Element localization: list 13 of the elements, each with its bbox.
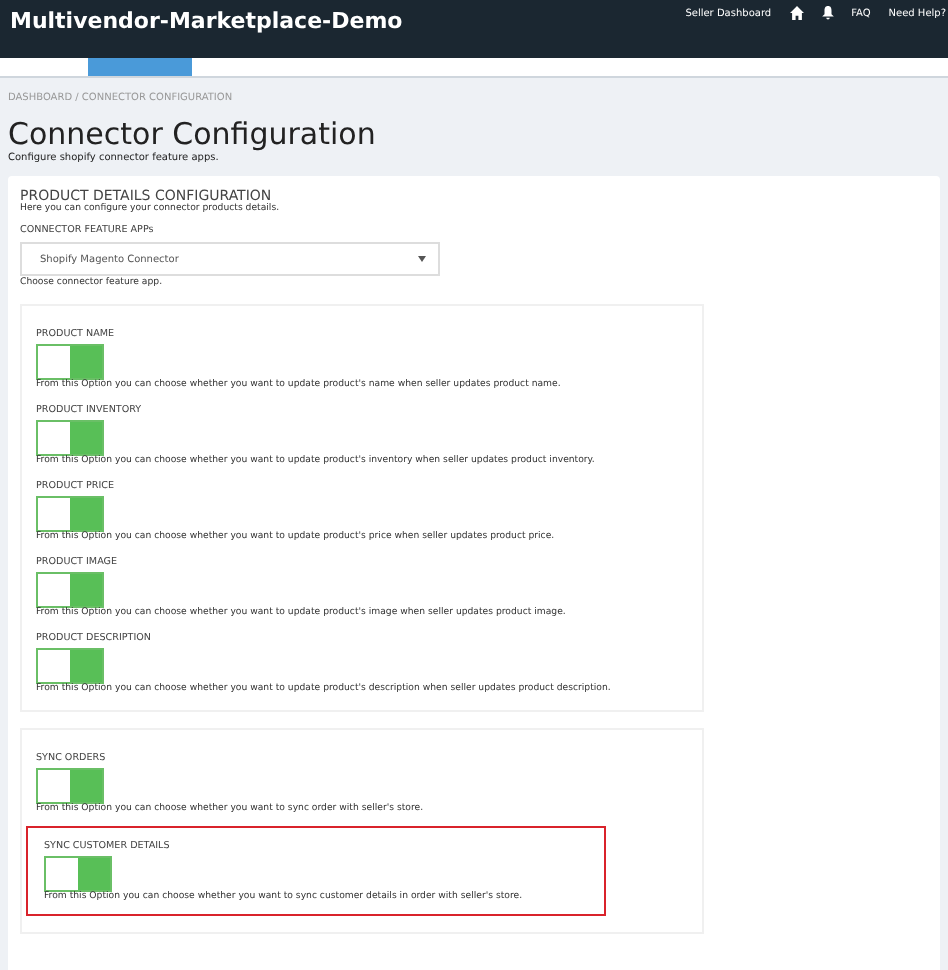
toggle-switch[interactable] — [36, 768, 104, 804]
brand-title[interactable]: Multivendor-Marketplace-Demo — [10, 8, 403, 34]
toggle-switch[interactable] — [36, 496, 104, 532]
toggle-switch[interactable] — [36, 344, 104, 380]
page-title: Connector Configuration — [8, 118, 378, 152]
home-icon[interactable] — [789, 6, 804, 20]
toggle-switch[interactable] — [36, 420, 104, 456]
dropdown-caret-icon — [418, 256, 426, 262]
toggle-switch[interactable] — [36, 648, 104, 684]
toggle-switch[interactable] — [36, 572, 104, 608]
active-tab-indicator — [88, 58, 192, 76]
bell-icon[interactable] — [821, 6, 834, 20]
toggle-switch[interactable] — [44, 856, 112, 892]
